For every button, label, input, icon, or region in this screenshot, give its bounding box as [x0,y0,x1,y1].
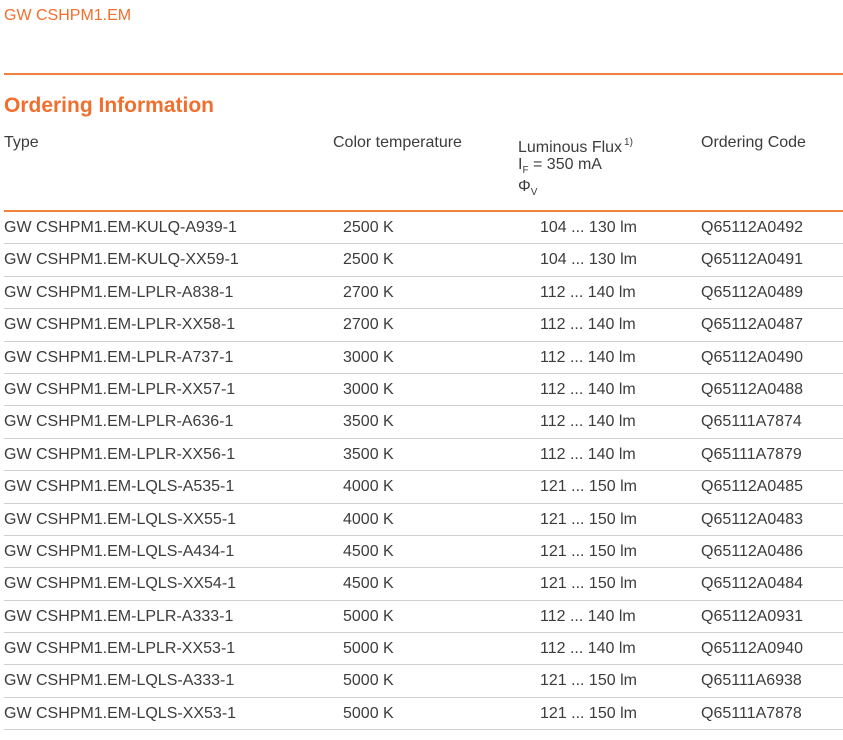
table-row: GW CSHPM1.EM-LPLR-XX53-1 5000 K 112 ... 14… [4,633,843,666]
table-row: GW CSHPM1.EM-LPLR-XX57-1 3000 K 112 ... 14… [4,374,843,407]
section-title: Ordering Information [4,94,214,117]
cell-ordering-code: Q65111A7874 [701,413,802,431]
table-row: GW CSHPM1.EM-LPLR-A636-1 3500 K 112 ... 14… [4,406,843,439]
ordering-table: GW CSHPM1.EM-KULQ-A939-1 2500 K 104 ... 13… [4,212,843,731]
column-header-luminous-flux: Luminous Flux 1) IF = 350 mA ΦV [518,132,633,198]
cell-ordering-code: Q65112A0931 [701,607,804,625]
table-row: GW CSHPM1.EM-LPLR-XX56-1 3500 K 112 ... 14… [4,439,843,472]
flux-footnote: 1) [624,137,633,148]
cell-luminous-flux: 112 ... 140 lm [540,380,636,398]
cell-type: GW CSHPM1.EM-LQLS-A333-1 [4,672,235,690]
flux-title-line: Luminous Flux 1) [518,132,633,156]
cell-luminous-flux: 112 ... 140 lm [540,413,636,431]
cell-type: GW CSHPM1.EM-LPLR-A333-1 [4,607,234,625]
flux-condition-line: IF = 350 mA [518,154,633,176]
table-row: GW CSHPM1.EM-LQLS-A333-1 5000 K 121 ... 15… [4,665,843,698]
cell-type: GW CSHPM1.EM-LPLR-XX57-1 [4,380,236,398]
cell-type: GW CSHPM1.EM-LQLS-XX53-1 [4,704,237,722]
cell-type: GW CSHPM1.EM-LPLR-A838-1 [4,283,234,301]
flux-condition-subscript: F [522,165,529,176]
table-row: GW CSHPM1.EM-KULQ-A939-1 2500 K 104 ... 13… [4,212,843,245]
cell-color-temperature: 4500 K [343,542,394,560]
product-header: GW CSHPM1.EM [4,7,132,24]
cell-luminous-flux: 112 ... 140 lm [540,316,636,334]
cell-type: GW CSHPM1.EM-LPLR-XX56-1 [4,445,236,463]
cell-color-temperature: 5000 K [343,640,394,658]
cell-color-temperature: 2500 K [343,251,394,269]
cell-ordering-code: Q65112A0489 [701,283,804,301]
cell-luminous-flux: 121 ... 150 lm [540,478,637,496]
cell-luminous-flux: 121 ... 150 lm [540,704,637,722]
cell-type: GW CSHPM1.EM-LQLS-A434-1 [4,542,235,560]
cell-luminous-flux: 121 ... 150 lm [540,672,637,690]
cell-type: GW CSHPM1.EM-LPLR-A737-1 [4,348,234,366]
cell-luminous-flux: 121 ... 150 lm [540,542,637,560]
cell-type: GW CSHPM1.EM-LPLR-XX53-1 [4,640,236,658]
table-row: GW CSHPM1.EM-LQLS-A434-1 4500 K 121 ... 15… [4,536,843,569]
cell-color-temperature: 4000 K [343,478,394,496]
cell-luminous-flux: 104 ... 130 lm [540,219,637,236]
cell-luminous-flux: 104 ... 130 lm [540,251,637,269]
cell-luminous-flux: 112 ... 140 lm [540,348,636,366]
cell-type: GW CSHPM1.EM-LPLR-XX58-1 [4,316,236,334]
cell-ordering-code: Q65112A0490 [701,348,804,366]
cell-color-temperature: 2500 K [343,219,394,236]
table-row: GW CSHPM1.EM-LQLS-XX54-1 4500 K 121 ... 15… [4,568,843,601]
cell-ordering-code: Q65112A0491 [701,251,804,269]
cell-color-temperature: 2700 K [343,316,394,334]
cell-type: GW CSHPM1.EM-KULQ-XX59-1 [4,251,239,269]
flux-symbol-subscript: V [530,187,538,198]
cell-ordering-code: Q65112A0483 [701,510,804,528]
flux-symbol: Φ [518,178,531,195]
cell-color-temperature: 3500 K [343,413,394,431]
cell-ordering-code: Q65112A0492 [701,219,804,236]
cell-color-temperature: 3000 K [343,348,394,366]
cell-luminous-flux: 112 ... 140 lm [540,283,636,301]
cell-luminous-flux: 112 ... 140 lm [540,607,636,625]
cell-ordering-code: Q65111A7879 [701,445,802,463]
cell-color-temperature: 2700 K [343,283,394,301]
cell-ordering-code: Q65112A0487 [701,316,804,334]
cell-color-temperature: 5000 K [343,672,394,690]
cell-type: GW CSHPM1.EM-KULQ-A939-1 [4,219,237,236]
cell-luminous-flux: 112 ... 140 lm [540,445,636,463]
cell-color-temperature: 4500 K [343,575,394,593]
cell-type: GW CSHPM1.EM-LQLS-A535-1 [4,478,235,496]
cell-color-temperature: 4000 K [343,510,394,528]
cell-type: GW CSHPM1.EM-LQLS-XX54-1 [4,575,237,593]
cell-ordering-code: Q65112A0484 [701,575,804,593]
column-header-color-temperature: Color temperature [333,134,462,151]
table-row: GW CSHPM1.EM-LPLR-A737-1 3000 K 112 ... 14… [4,342,843,374]
column-header-type: Type [4,134,39,151]
cell-luminous-flux: 121 ... 150 lm [540,510,637,528]
header-divider [4,73,843,75]
cell-type: GW CSHPM1.EM-LQLS-XX55-1 [4,510,237,528]
cell-ordering-code: Q65112A0486 [701,542,804,560]
cell-color-temperature: 5000 K [343,607,394,625]
table-row: GW CSHPM1.EM-KULQ-XX59-1 2500 K 104 ... 13… [4,244,843,277]
table-row: GW CSHPM1.EM-LPLR-A333-1 5000 K 112 ... 14… [4,601,843,634]
table-row: GW CSHPM1.EM-LPLR-XX58-1 2700 K 112 ... 14… [4,309,843,342]
cell-luminous-flux: 112 ... 140 lm [540,640,636,658]
cell-ordering-code: Q65111A6938 [701,672,802,690]
table-row: GW CSHPM1.EM-LQLS-XX53-1 5000 K 121 ... 15… [4,698,843,731]
cell-ordering-code: Q65111A7878 [701,704,802,722]
flux-condition-value: = 350 mA [533,156,602,173]
cell-color-temperature: 5000 K [343,704,394,722]
cell-color-temperature: 3000 K [343,380,394,398]
cell-ordering-code: Q65112A0485 [701,478,804,496]
cell-color-temperature: 3500 K [343,445,394,463]
cell-ordering-code: Q65112A0940 [701,640,804,658]
cell-ordering-code: Q65112A0488 [701,380,804,398]
table-row: GW CSHPM1.EM-LPLR-A838-1 2700 K 112 ... 14… [4,277,843,310]
cell-luminous-flux: 121 ... 150 lm [540,575,637,593]
cell-type: GW CSHPM1.EM-LPLR-A636-1 [4,413,234,431]
table-row: GW CSHPM1.EM-LQLS-A535-1 4000 K 121 ... 15… [4,471,843,504]
flux-symbol-line: ΦV [518,176,633,198]
column-header-ordering-code: Ordering Code [701,134,806,151]
table-row: GW CSHPM1.EM-LQLS-XX55-1 4000 K 121 ... 15… [4,504,843,536]
